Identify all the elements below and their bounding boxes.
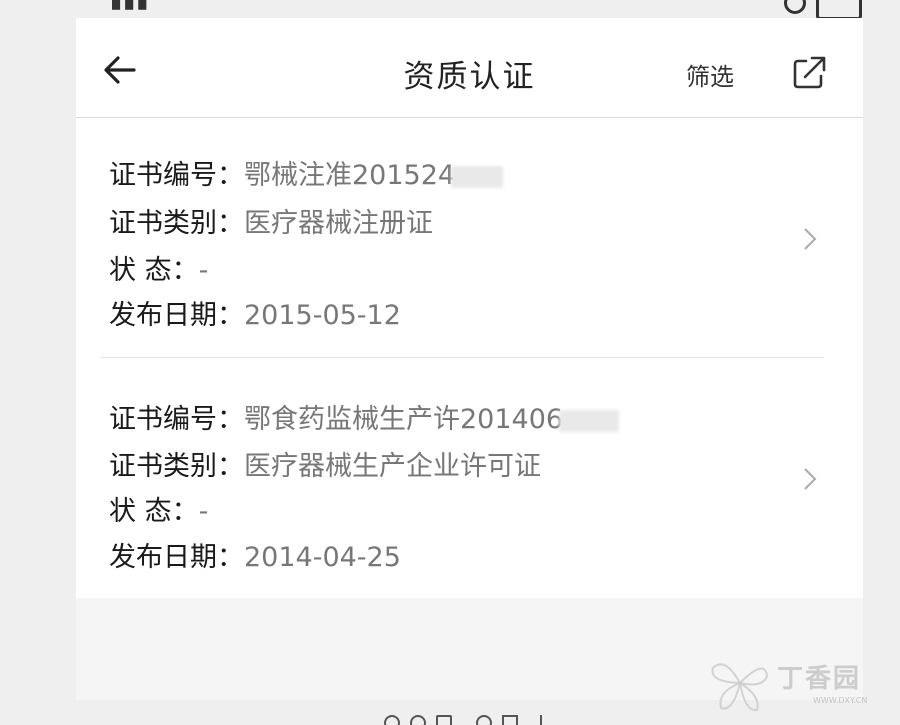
publish-date-row: 发布日期：2014-04-25 <box>109 535 401 574</box>
watermark-brand: 丁香园 <box>777 664 862 694</box>
zoom-out-icon <box>410 715 426 725</box>
cert-type-row: 证书类别：医疗器械生产企业许可证 <box>109 444 541 483</box>
app-screen: 资质认证 筛选 证书编号：鄂械注准201524 证书类别：医疗器械注册证 状 态… <box>76 18 863 700</box>
share-button[interactable] <box>790 52 830 92</box>
watermark-url: WWW.DXY.CN <box>813 696 868 705</box>
filter-button[interactable]: 筛选 <box>686 57 734 92</box>
certificate-card[interactable]: 证书编号：鄂食药监械生产许201406 证书类别：医疗器械生产企业许可证 状 态… <box>76 360 863 598</box>
rotate-icon <box>476 715 492 725</box>
cert-number-value: 鄂械注准201524 <box>244 160 456 191</box>
zoom-in-icon <box>384 715 400 725</box>
status-value: - <box>198 255 209 286</box>
cert-number-label: 证书编号： <box>109 404 244 435</box>
publish-date-label: 发布日期： <box>109 300 244 331</box>
top-navigation-bar: 资质认证 筛选 <box>76 18 863 118</box>
status-bar-icons <box>784 0 864 18</box>
status-value: - <box>198 496 209 527</box>
cert-type-label: 证书类别： <box>109 208 244 239</box>
publish-date-value: 2014-04-25 <box>244 542 401 573</box>
status-row: 状 态：- <box>109 248 208 287</box>
page-title: 资质认证 <box>403 59 536 95</box>
chevron-right-icon <box>804 468 817 490</box>
watermark: 丁香园 WWW.DXY.CN <box>705 648 895 718</box>
cert-type-row: 证书类别：医疗器械注册证 <box>109 201 433 240</box>
status-label: 状 态： <box>109 255 199 286</box>
frame-icon <box>436 715 452 725</box>
share-icon <box>793 56 826 89</box>
item-divider <box>100 357 824 358</box>
publish-date-value: 2015-05-12 <box>244 300 401 331</box>
status-label: 状 态： <box>109 496 199 527</box>
status-circle-icon <box>784 0 806 14</box>
certificate-card[interactable]: 证书编号：鄂械注准201524 证书类别：医疗器械注册证 状 态：- 发布日期：… <box>76 118 863 358</box>
cert-number-row: 证书编号：鄂械注准201524 <box>109 153 504 192</box>
battery-icon <box>816 0 862 18</box>
screenshot-stage: ▮▮▮ 资质认证 筛选 证书编号：鄂械注准201524 证书类别：医疗器械注册证… <box>0 0 900 725</box>
certificate-list: 证书编号：鄂械注准201524 证书类别：医疗器械注册证 状 态：- 发布日期：… <box>76 118 863 598</box>
redacted-mark <box>451 165 504 188</box>
publish-date-row: 发布日期：2015-05-12 <box>109 293 401 332</box>
status-row: 状 态：- <box>109 489 208 528</box>
redacted-mark <box>559 409 620 432</box>
publish-date-label: 发布日期： <box>109 542 244 573</box>
status-bar-remnant: ▮▮▮ <box>110 0 150 13</box>
cert-number-label: 证书编号： <box>109 160 244 191</box>
download-icon <box>540 715 544 725</box>
chevron-right-icon <box>804 228 817 250</box>
cert-type-value: 医疗器械生产企业许可证 <box>244 451 541 482</box>
cert-type-label: 证书类别： <box>109 451 244 482</box>
dxy-logo-icon <box>711 663 769 712</box>
cert-number-value: 鄂食药监械生产许201406 <box>244 404 564 435</box>
cert-number-row: 证书编号：鄂食药监械生产许201406 <box>109 397 620 436</box>
edit-icon <box>502 715 518 725</box>
viewer-toolbar-remnant <box>384 713 564 725</box>
cert-type-value: 医疗器械注册证 <box>244 208 433 239</box>
